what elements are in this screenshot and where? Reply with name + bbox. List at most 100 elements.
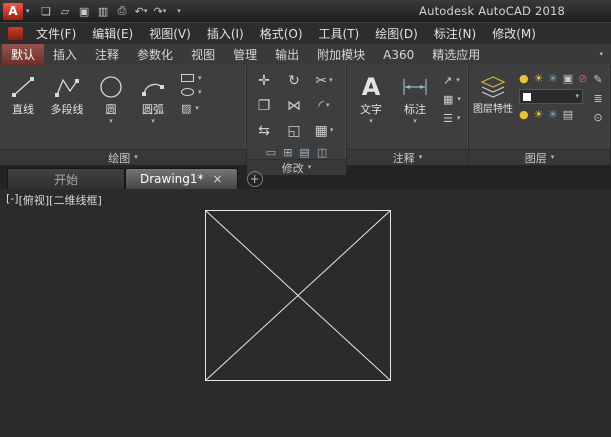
menu-file[interactable]: 文件(F) (28, 22, 84, 45)
layer-freeze-icon[interactable]: ✳ (548, 72, 557, 85)
menu-dimension[interactable]: 标注(N) (426, 22, 484, 45)
line-tool[interactable]: 直线 (2, 67, 44, 149)
polyline-tool[interactable]: 多段线 (44, 67, 90, 149)
ribbon-tab-addins[interactable]: 附加模块 (308, 44, 374, 65)
drawing-canvas[interactable]: [-] [俯视] [二维线框] (0, 189, 611, 437)
layer-select-dropdown[interactable]: ▾ (519, 89, 583, 104)
join-tool[interactable]: ◫ (317, 146, 327, 159)
table-tool[interactable]: ▦ ▾ (443, 93, 461, 106)
layer-properties-tool[interactable]: 图层特性 (471, 67, 515, 149)
scale-tool[interactable]: ◱ (287, 123, 300, 139)
chevron-down-icon: ▾ (550, 153, 555, 161)
rotate-tool[interactable]: ↻ (288, 73, 300, 89)
ribbon-tab-featured-apps[interactable]: 精选应用 (423, 44, 489, 65)
save-as-button[interactable]: ▥ (95, 2, 112, 20)
dimension-tool[interactable]: 标注 ▾ (393, 67, 437, 149)
chevron-down-icon: ▾ (413, 117, 417, 125)
file-tab-drawing1[interactable]: Drawing1* × (125, 168, 238, 189)
undo-button[interactable]: ↶ ▾ (133, 2, 150, 20)
polyline-icon (54, 71, 80, 103)
ribbon-tab-manage[interactable]: 管理 (224, 44, 266, 65)
save-button[interactable]: ▣ (76, 2, 93, 20)
new-drawing-tab-button[interactable]: + (246, 171, 263, 187)
circle-tool[interactable]: 圆 ▾ (90, 67, 132, 149)
layer-match-icon[interactable]: ✳ (548, 108, 557, 121)
drawing-geometry[interactable] (0, 189, 611, 437)
ribbon-tab-parametric[interactable]: 参数化 (128, 44, 182, 65)
workspace-icon[interactable] (8, 27, 23, 40)
new-button[interactable]: ❏ (38, 2, 55, 20)
arc-tool[interactable]: 圆弧 ▾ (132, 67, 174, 149)
line-icon (10, 71, 36, 103)
ribbon-tab-annotate[interactable]: 注释 (86, 44, 128, 65)
layer-thaw-icon[interactable]: ☀ (534, 72, 544, 85)
menubar: 文件(F) 编辑(E) 视图(V) 插入(I) 格式(O) 工具(T) 绘图(D… (0, 22, 611, 44)
layer-on-off-icon[interactable]: ● (519, 72, 529, 85)
panel-label-annotate[interactable]: 注释 ▾ (347, 149, 468, 165)
fillet-tool[interactable]: ◜ ▾ (319, 98, 330, 114)
quick-access-toolbar: ❏ ▱ ▣ ▥ ⎙ ↶ ▾ ↷ ▾ ▾ (38, 2, 188, 20)
offset-tool[interactable]: ▤ (299, 146, 309, 159)
menu-tools[interactable]: 工具(T) (311, 22, 368, 45)
panel-label-layer[interactable]: 图层 ▾ (469, 149, 610, 165)
undo-icon: ↶ (134, 4, 144, 18)
ribbon-tab-insert[interactable]: 插入 (44, 44, 86, 65)
copy-tool[interactable]: ❐ (258, 98, 271, 114)
markup-tool[interactable]: ☰ ▾ (443, 112, 461, 125)
explode-tool[interactable]: ⊞ (283, 146, 292, 159)
menu-format[interactable]: 格式(O) (252, 22, 311, 45)
open-button[interactable]: ▱ (57, 2, 74, 20)
ribbon-tab-output[interactable]: 输出 (266, 44, 308, 65)
menu-edit[interactable]: 编辑(E) (84, 22, 141, 45)
menu-modify[interactable]: 修改(M) (484, 22, 544, 45)
trim-tool[interactable]: ✂ ▾ (315, 73, 332, 89)
layer-settings-button[interactable]: ⊙ (593, 111, 602, 124)
move-tool[interactable]: ✛ (258, 73, 270, 89)
layer-states-button[interactable]: ≣ (593, 92, 602, 105)
layer-lock-icon[interactable]: ▣ (563, 72, 573, 85)
layer-prev-icon[interactable]: ▤ (563, 108, 573, 121)
close-icon[interactable]: × (213, 172, 223, 186)
hatch-icon: ▨ (181, 102, 192, 115)
hatch-tool[interactable]: ▨ ▾ (181, 102, 202, 115)
text-tool[interactable]: A 文字 ▾ (349, 67, 393, 149)
app-menu-button[interactable]: A ▾ (0, 0, 36, 22)
rectangle-tool[interactable]: ▾ (181, 74, 202, 82)
leader-icon: ↗ (443, 74, 453, 87)
layer-edit-button[interactable]: ✎ (593, 73, 602, 86)
open-icon: ▱ (60, 4, 70, 18)
leader-tool[interactable]: ↗ ▾ (443, 74, 461, 87)
qat-customize-button[interactable]: ▾ (171, 2, 188, 20)
ribbon-tab-view[interactable]: 视图 (182, 44, 224, 65)
ellipse-tool[interactable]: ▾ (181, 88, 202, 96)
ribbon-tab-bar: 默认 插入 注释 参数化 视图 管理 输出 附加模块 A360 精选应用 ▾ (0, 44, 611, 65)
save-icon: ▣ (78, 4, 90, 18)
layer-properties-icon (480, 71, 506, 103)
ribbon-display-options-button[interactable]: ▾ (599, 51, 603, 58)
ribbon-tab-a360[interactable]: A360 (374, 44, 423, 65)
menu-insert[interactable]: 插入(I) (199, 22, 252, 45)
titlebar: A ▾ ❏ ▱ ▣ ▥ ⎙ ↶ ▾ ↷ ▾ ▾ Autodesk AutoCAD 2… (0, 0, 611, 22)
text-icon: A (361, 73, 381, 101)
plot-button[interactable]: ⎙ (114, 2, 131, 20)
layer-isolate-icon[interactable]: ● (519, 108, 529, 121)
chevron-down-icon: ▾ (162, 6, 167, 15)
redo-button[interactable]: ↷ ▾ (152, 2, 169, 20)
file-tab-start[interactable]: 开始 (7, 168, 125, 189)
array-tool[interactable]: ▦ ▾ (315, 123, 334, 139)
panel-label-modify[interactable]: 修改 ▾ (247, 159, 346, 175)
ribbon-tab-home[interactable]: 默认 (2, 44, 45, 65)
mirror-tool[interactable]: ⋈ (287, 98, 301, 114)
save-as-icon: ▥ (97, 4, 109, 18)
chevron-down-icon: ▾ (369, 117, 373, 125)
layer-plot-icon[interactable]: ⊘ (578, 72, 587, 85)
erase-tool[interactable]: ▭ (266, 146, 276, 159)
chevron-down-icon: ▾ (307, 163, 312, 171)
rectangle-icon (181, 74, 194, 82)
menu-draw[interactable]: 绘图(D) (367, 22, 426, 45)
stretch-tool[interactable]: ⇆ (258, 123, 270, 139)
rotate-icon: ↻ (288, 72, 300, 89)
menu-view[interactable]: 视图(V) (141, 22, 199, 45)
panel-label-draw[interactable]: 绘图 ▾ (0, 149, 246, 165)
layer-unisolate-icon[interactable]: ☀ (534, 108, 544, 121)
